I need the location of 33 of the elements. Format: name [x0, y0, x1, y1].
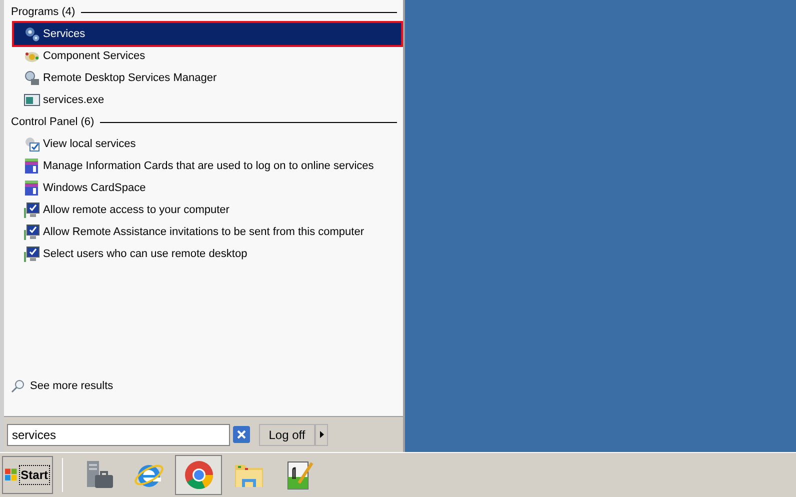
monitor-icon: [24, 246, 40, 262]
caret-icon: [320, 431, 324, 438]
window-icon: [24, 92, 40, 108]
result-item[interactable]: Select users who can use remote desktop: [14, 243, 401, 265]
magnifier-computer-icon: [24, 70, 40, 86]
result-item[interactable]: Remote Desktop Services Manager: [14, 67, 401, 89]
see-more-link[interactable]: See more results: [4, 375, 122, 397]
shutdown-options-button[interactable]: [315, 424, 328, 446]
result-item[interactable]: View local services: [14, 133, 401, 155]
result-item[interactable]: Allow Remote Assistance invitations to be sent from this computer: [14, 221, 401, 243]
result-item[interactable]: Component Services: [14, 45, 401, 67]
windows-logo-icon: [5, 468, 18, 482]
cards-icon: [24, 180, 40, 196]
result-item[interactable]: Windows CardSpace: [14, 177, 401, 199]
cards-icon: [24, 158, 40, 174]
result-item[interactable]: Services: [14, 23, 401, 45]
result-item[interactable]: services.exe: [14, 89, 401, 111]
result-item[interactable]: Allow remote access to your computer: [14, 199, 401, 221]
monitor-icon: [24, 202, 40, 218]
gear-checkbox-icon: [24, 136, 40, 152]
group-header: Control Panel (6): [11, 114, 94, 130]
monitor-icon: [24, 224, 40, 240]
log-off-button[interactable]: Log off: [259, 424, 315, 446]
chrome-icon: [182, 459, 214, 491]
gears-icon: [24, 26, 40, 42]
search-icon: [11, 379, 25, 393]
group-header: Programs (4): [11, 4, 76, 20]
search-field[interactable]: services: [7, 424, 230, 446]
close-icon: [237, 430, 246, 439]
clear-search-button[interactable]: [233, 426, 250, 443]
result-item[interactable]: Manage Information Cards that are used to log on to online services: [14, 155, 401, 177]
start-button[interactable]: Start: [2, 456, 53, 494]
taskbar-app-button[interactable]: [175, 455, 222, 495]
